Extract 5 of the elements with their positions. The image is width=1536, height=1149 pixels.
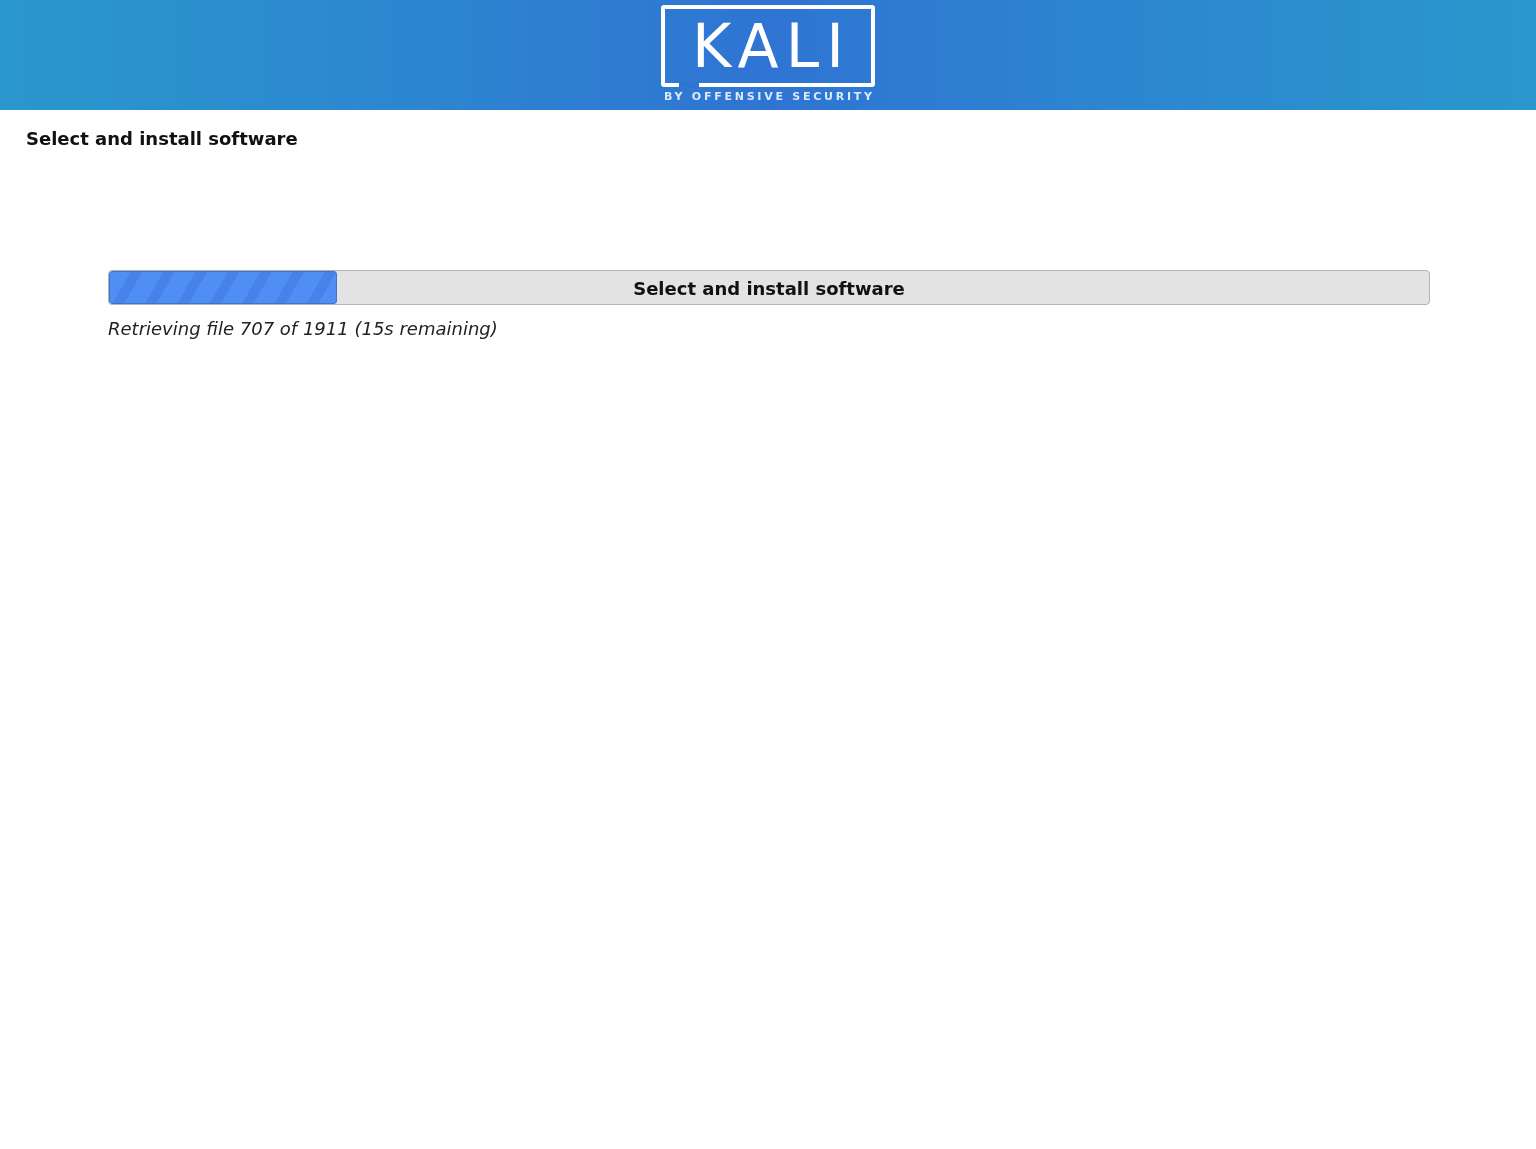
- page-title: Select and install software: [26, 128, 298, 149]
- logo-tagline: BY OFFENSIVE SECURITY: [663, 91, 875, 102]
- progress-status: Retrieving file 707 of 1911 (15s remaining): [108, 318, 498, 339]
- progress-label: Select and install software: [633, 277, 905, 298]
- logo-wordmark: KALI: [690, 16, 852, 76]
